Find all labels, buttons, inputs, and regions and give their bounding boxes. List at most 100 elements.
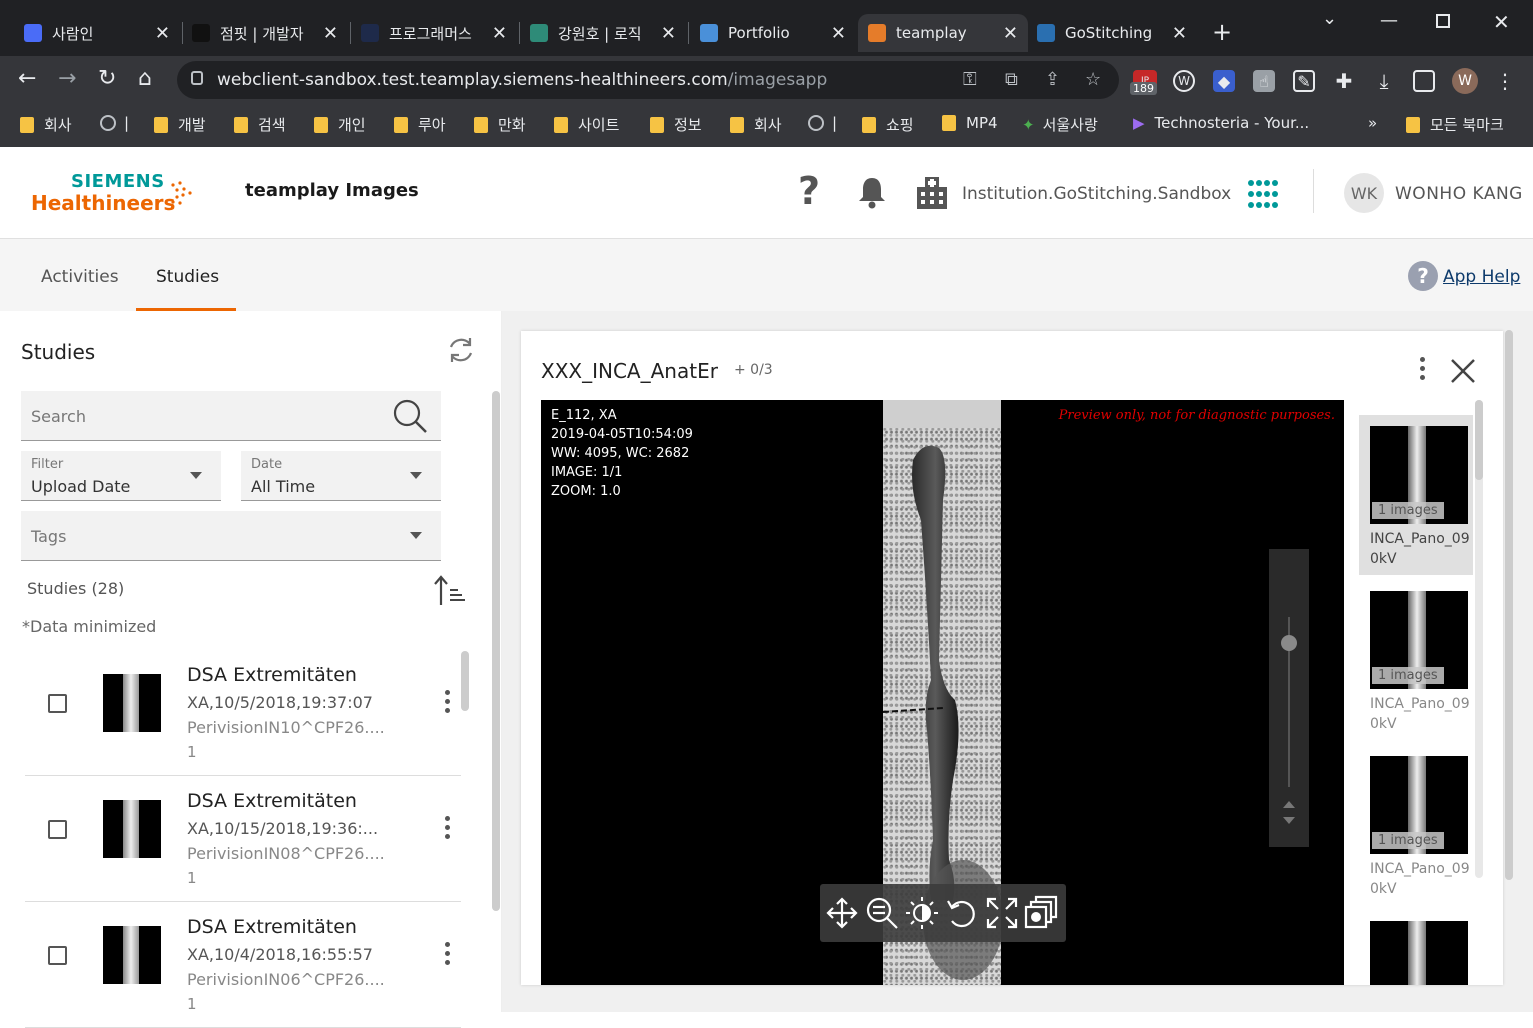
search-field[interactable]: Search [21, 391, 441, 441]
dropbox-extension-icon[interactable]: ◆ [1213, 70, 1235, 92]
bookmarks-more-button[interactable]: » [1368, 114, 1377, 132]
study-checkbox[interactable] [48, 820, 67, 839]
bookmark-item[interactable]: 쇼핑 [862, 114, 914, 135]
close-icon[interactable] [1447, 355, 1479, 387]
pan-icon[interactable] [824, 895, 860, 931]
study-menu-icon[interactable] [445, 816, 451, 843]
viewer-menu-icon[interactable] [1420, 357, 1425, 384]
bookmark-star-icon[interactable]: ☆ [1085, 69, 1101, 90]
bookmark-item[interactable]: 정보 [650, 114, 702, 135]
institution-icon[interactable] [915, 175, 949, 211]
profile-avatar[interactable]: W [1452, 68, 1478, 94]
browser-tab[interactable]: 프로그래머스 ✕ [351, 14, 517, 52]
panel-scrollbar[interactable] [492, 391, 500, 911]
w-extension-icon[interactable]: W [1173, 70, 1195, 92]
back-button[interactable]: ← [18, 66, 36, 91]
browser-tab[interactable]: 사람인 ✕ [14, 14, 180, 52]
search-icon[interactable] [391, 397, 429, 435]
help-icon[interactable]: ? [798, 169, 820, 213]
viewer-scrollbar[interactable] [1505, 330, 1513, 880]
close-tab-icon[interactable]: ✕ [831, 23, 846, 44]
bookmark-item[interactable]: 개인 [314, 114, 366, 135]
close-tab-icon[interactable]: ✕ [492, 23, 507, 44]
puzzle-icon[interactable]: ✚ [1333, 69, 1355, 93]
thumbnail-scrollbar[interactable] [1475, 400, 1483, 878]
url-text[interactable]: webclient-sandbox.test.teamplay.siemens-… [217, 70, 827, 90]
sort-ascending-icon[interactable] [432, 573, 468, 607]
bookmark-item[interactable]: 검색 [234, 114, 286, 135]
filter-select[interactable]: Filter Upload Date [21, 451, 221, 501]
bell-icon[interactable] [856, 175, 888, 209]
key-icon[interactable]: ⚿ [963, 69, 977, 90]
zoom-slider[interactable] [1269, 549, 1309, 847]
new-tab-button[interactable]: + [1212, 18, 1232, 46]
menu-kebab-icon[interactable]: ⋮ [1494, 69, 1516, 93]
study-checkbox[interactable] [48, 694, 67, 713]
browser-tab[interactable]: Portfolio ✕ [690, 14, 856, 52]
study-menu-icon[interactable] [445, 942, 451, 969]
side-panel-icon[interactable] [1413, 70, 1435, 92]
download-icon[interactable]: ⤓ [1373, 69, 1395, 93]
reset-icon[interactable] [944, 895, 980, 931]
study-checkbox[interactable] [48, 946, 67, 965]
chevron-down-icon[interactable] [1283, 817, 1295, 824]
forward-button[interactable]: → [58, 66, 76, 91]
stack-icon[interactable] [1022, 895, 1058, 931]
all-bookmarks[interactable]: 모든 북마크 [1406, 114, 1504, 135]
bookmark-item[interactable]: | [100, 114, 129, 132]
address-bar[interactable]: webclient-sandbox.test.teamplay.siemens-… [177, 61, 1119, 99]
tab-studies[interactable]: Studies [156, 267, 219, 287]
tags-select[interactable]: Tags [21, 511, 441, 561]
zoom-slider-handle[interactable] [1281, 634, 1297, 651]
close-tab-icon[interactable]: ✕ [661, 23, 676, 44]
date-select[interactable]: Date All Time [241, 451, 441, 501]
close-tab-icon[interactable]: ✕ [323, 23, 338, 44]
tab-activities[interactable]: Activities [41, 267, 119, 287]
close-window-button[interactable]: ✕ [1493, 10, 1510, 34]
refresh-icon[interactable] [446, 335, 476, 365]
bookmark-item[interactable]: MP4 [942, 114, 998, 132]
browser-tab[interactable]: GoStitching ✕ [1027, 14, 1197, 52]
fullscreen-icon[interactable] [984, 895, 1020, 931]
study-row[interactable]: DSA Extremitäten XA,10/4/2018,16:55:57 Per… [25, 902, 461, 1028]
bookmark-item[interactable]: | [808, 114, 837, 132]
reload-button[interactable]: ↻ [98, 66, 116, 91]
bookmark-item[interactable]: ✦ 서울사랑 [1022, 114, 1098, 135]
user-name[interactable]: WONHO KANG [1395, 184, 1523, 204]
app-help-icon[interactable]: ? [1408, 261, 1438, 291]
app-help-link[interactable]: App Help [1443, 267, 1520, 287]
contrast-icon[interactable] [904, 895, 940, 931]
tab-search-icon[interactable]: ⌄ [1322, 8, 1337, 29]
series-thumbnail[interactable]: 1 images INCA_Pano_090kV [1359, 745, 1473, 905]
touch-extension-icon[interactable]: ☝ [1253, 70, 1275, 92]
image-viewport[interactable]: E_112, XA 2019-04-05T10:54:09 WW: 4095, … [541, 400, 1344, 985]
apps-grid-icon[interactable] [1247, 179, 1279, 209]
browser-tab[interactable]: 점핏 | 개발자 ✕ [182, 14, 348, 52]
close-tab-icon[interactable]: ✕ [1172, 23, 1187, 44]
browser-tab[interactable]: teamplay ✕ [858, 14, 1028, 52]
study-menu-icon[interactable] [445, 690, 451, 717]
home-button[interactable]: ⌂ [138, 66, 152, 91]
bookmark-item[interactable]: 루아 [394, 114, 446, 135]
note-extension-icon[interactable]: ✎ [1293, 70, 1315, 92]
minimize-button[interactable]: — [1380, 10, 1398, 31]
series-thumbnail[interactable]: 1 images INCA_Pano_090kV [1359, 580, 1473, 740]
close-tab-icon[interactable]: ✕ [1003, 23, 1018, 44]
study-row[interactable]: DSA Extremitäten XA,10/5/2018,19:37:07 Per… [25, 650, 461, 776]
thumbnail-scrollbar-thumb[interactable] [1475, 400, 1483, 480]
study-row[interactable]: DSA Extremitäten XA,10/15/2018,19:36:... P… [25, 776, 461, 902]
browser-tab[interactable]: 강원호 | 로직 ✕ [520, 14, 686, 52]
series-thumbnail[interactable]: 1 images INCA_Pano_090kV [1359, 415, 1473, 575]
bookmark-item[interactable]: 회사 [20, 114, 72, 135]
user-avatar[interactable]: WK [1344, 173, 1384, 213]
zoom-icon[interactable] [864, 895, 900, 931]
series-thumbnail[interactable] [1359, 910, 1473, 985]
bookmark-item[interactable]: 회사 [730, 114, 782, 135]
bookmark-item[interactable]: 만화 [474, 114, 526, 135]
translate-icon[interactable]: ⧉ [1005, 69, 1018, 90]
bookmark-item[interactable]: 개발 [154, 114, 206, 135]
bookmark-item[interactable]: ▶ Technosteria - Your... [1133, 114, 1309, 132]
institution-name[interactable]: Institution.GoStitching.Sandbox [962, 184, 1231, 204]
maximize-button[interactable] [1436, 14, 1450, 28]
list-scrollbar[interactable] [461, 651, 469, 711]
